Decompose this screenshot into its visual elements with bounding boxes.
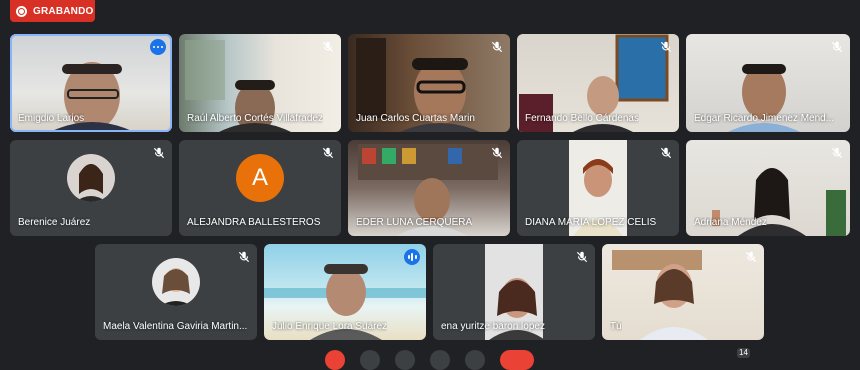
participant-name: Tú: [610, 321, 622, 332]
participant-tile[interactable]: Raúl Alberto Cortés Villafradez: [179, 34, 341, 132]
participant-name: Raúl Alberto Cortés Villafradez: [187, 113, 323, 124]
participant-name: Julio Enrique Lora Suárez: [272, 321, 388, 332]
mic-off-icon: [322, 147, 334, 159]
participant-tile[interactable]: ena yuritze baron lopez: [433, 244, 595, 340]
mic-off-icon: [576, 251, 588, 263]
participant-tile[interactable]: Maela Valentina Gaviria Martin...: [95, 244, 257, 340]
avatar: [67, 154, 115, 203]
participant-name: Edgar Ricardo Jimenez Mend...: [694, 113, 835, 124]
avatar: [152, 258, 200, 307]
participant-name: Adriana Méndez: [694, 217, 767, 228]
participant-tile[interactable]: Edgar Ricardo Jimenez Mend...: [686, 34, 850, 132]
recording-label: GRABANDO: [33, 5, 94, 17]
recording-badge[interactable]: GRABANDO: [10, 0, 95, 22]
captions-button[interactable]: [395, 350, 415, 370]
participant-tile[interactable]: Fernando Bello Cárdenas: [517, 34, 679, 132]
participant-name: Juan Carlos Cuartas Marin: [356, 113, 475, 124]
leave-call-button[interactable]: [500, 350, 534, 370]
more-options-icon[interactable]: [150, 39, 166, 55]
speaking-indicator-icon: [404, 249, 420, 265]
participant-name: Maela Valentina Gaviria Martin...: [103, 321, 248, 332]
participant-count-badge: 14: [737, 348, 750, 358]
participant-tile[interactable]: Adriana Méndez: [686, 140, 850, 236]
participant-tile[interactable]: A ALEJANDRA BALLESTEROS: [179, 140, 341, 236]
participant-tile[interactable]: Julio Enrique Lora Suárez: [264, 244, 426, 340]
participant-name: Fernando Bello Cárdenas: [525, 113, 639, 124]
avatar: A: [236, 154, 284, 203]
mic-off-icon: [831, 147, 843, 159]
mic-button[interactable]: [325, 350, 345, 370]
participant-tile[interactable]: Berenice Juárez: [10, 140, 172, 236]
mic-off-icon: [491, 41, 503, 53]
mic-off-icon: [322, 41, 334, 53]
mic-off-icon: [153, 147, 165, 159]
mic-off-icon: [660, 41, 672, 53]
mic-off-icon: [660, 147, 672, 159]
participant-name: ALEJANDRA BALLESTEROS: [187, 217, 321, 228]
participant-name: DIANA MARIA LOPEZ CELIS: [525, 217, 657, 228]
more-options-button[interactable]: [465, 350, 485, 370]
participant-name: EDER LUNA CERQUERA: [356, 217, 473, 228]
mic-off-icon: [745, 251, 757, 263]
camera-button[interactable]: [360, 350, 380, 370]
participant-tile[interactable]: EDER LUNA CERQUERA: [348, 140, 510, 236]
present-button[interactable]: [430, 350, 450, 370]
participant-name: Berenice Juárez: [18, 217, 91, 228]
participant-tile[interactable]: Tú: [602, 244, 764, 340]
record-icon: [16, 5, 27, 17]
participant-name: ena yuritze baron lopez: [441, 321, 545, 332]
mic-off-icon: [491, 147, 503, 159]
mic-off-icon: [831, 41, 843, 53]
participant-tile[interactable]: Emigdio Larios: [10, 34, 172, 132]
participant-tile[interactable]: Juan Carlos Cuartas Marin: [348, 34, 510, 132]
participant-name: Emigdio Larios: [18, 113, 85, 124]
participant-video: [612, 250, 708, 340]
participant-tile[interactable]: DIANA MARIA LOPEZ CELIS: [517, 140, 679, 236]
mic-off-icon: [238, 251, 250, 263]
